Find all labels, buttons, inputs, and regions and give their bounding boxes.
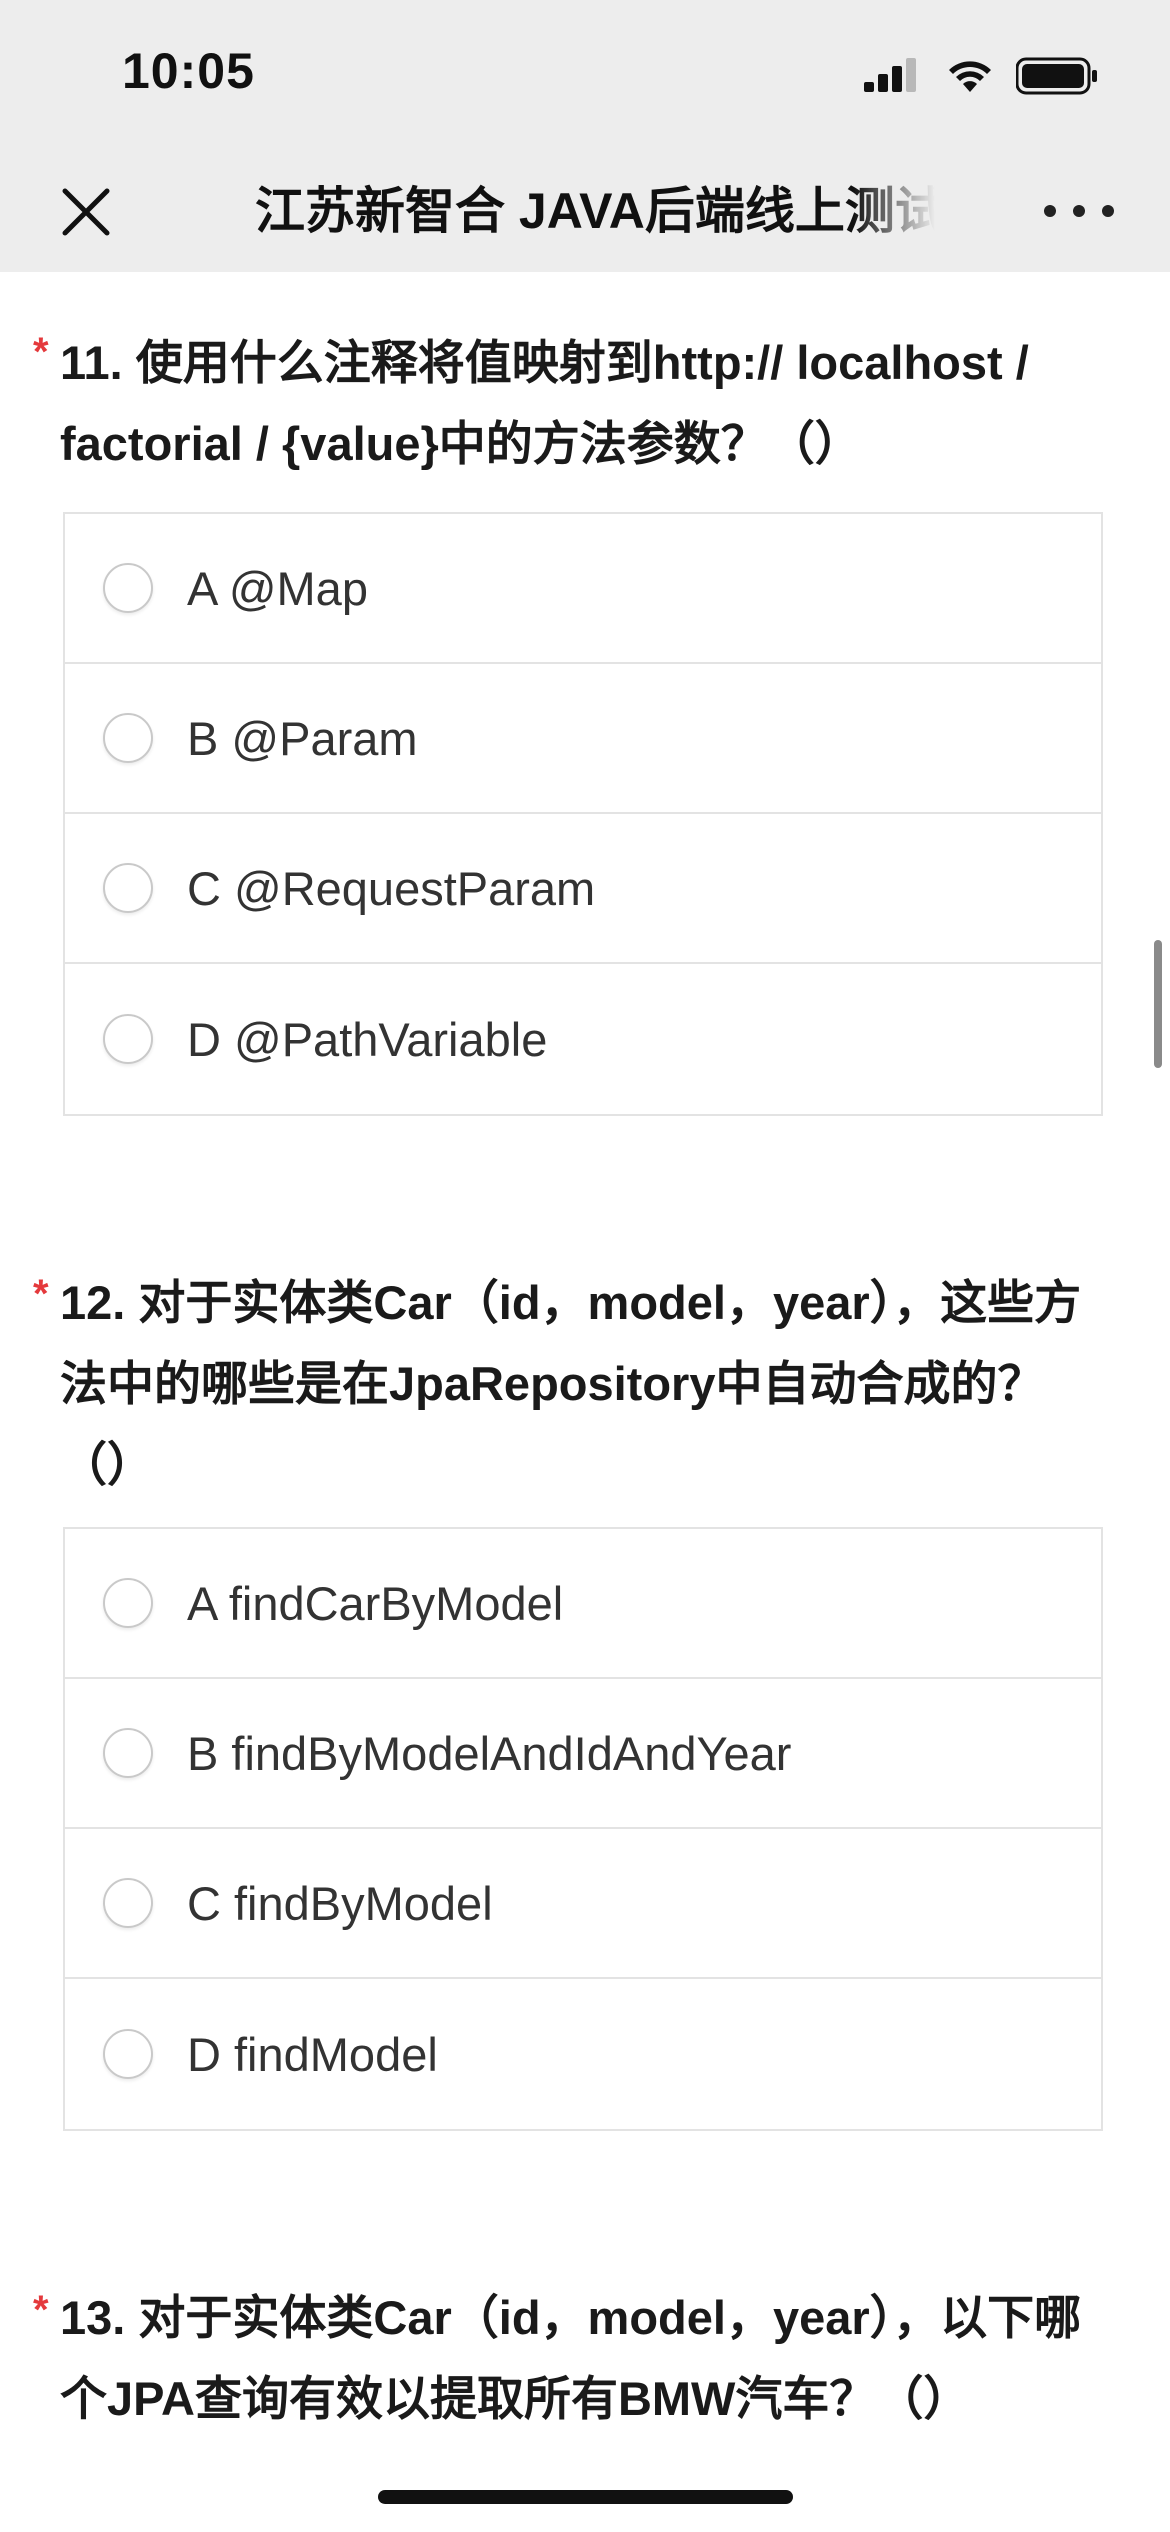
radio-button[interactable] xyxy=(103,2029,153,2079)
wifi-icon xyxy=(949,61,991,92)
option-c[interactable]: C findByModel xyxy=(65,1829,1101,1979)
required-mark: * xyxy=(33,1272,49,1316)
option-a[interactable]: A @Map xyxy=(65,514,1101,664)
question-title: 11. 使用什么注释将值映射到http:// localhost / facto… xyxy=(60,336,1029,470)
option-c[interactable]: C @RequestParam xyxy=(65,814,1101,964)
question-title: 12. 对于实体类Car（id，model，year），这些方法中的哪些是在Jp… xyxy=(60,1276,1082,1491)
page-title: 江苏新智合 JAVA后端线上测试 xyxy=(255,183,935,239)
radio-button[interactable] xyxy=(103,863,153,913)
options-list: A findCarByModel B findByModelAndIdAndYe… xyxy=(63,1527,1103,2131)
option-label: D findModel xyxy=(187,2027,438,2081)
question-title: 13. 对于实体类Car（id，model，year），以下哪个JPA查询有效以… xyxy=(60,2291,1082,2425)
option-label: B findByModelAndIdAndYear xyxy=(187,1726,792,1780)
option-a[interactable]: A findCarByModel xyxy=(65,1529,1101,1679)
scrollbar[interactable] xyxy=(1154,940,1162,1068)
radio-button[interactable] xyxy=(103,1014,153,1064)
radio-button[interactable] xyxy=(103,713,153,763)
home-indicator[interactable] xyxy=(378,2490,793,2504)
signal-icon xyxy=(864,58,916,92)
option-label: C @RequestParam xyxy=(187,861,596,915)
nav-bar: 江苏新智合 JAVA后端线上测试 xyxy=(0,150,1170,272)
status-bar: 10:05 xyxy=(0,0,1170,150)
option-b[interactable]: B @Param xyxy=(65,664,1101,814)
option-label: A @Map xyxy=(187,561,368,615)
option-label: C findByModel xyxy=(187,1876,493,1930)
status-time: 10:05 xyxy=(122,43,255,99)
close-icon xyxy=(62,188,110,236)
radio-button[interactable] xyxy=(103,1728,153,1778)
more-icon xyxy=(1044,205,1056,217)
more-button[interactable] xyxy=(1044,186,1114,236)
option-d[interactable]: D @PathVariable xyxy=(65,964,1101,1114)
options-list: A @Map B @Param C @RequestParam D @PathV… xyxy=(63,512,1103,1116)
option-d[interactable]: D findModel xyxy=(65,1979,1101,2129)
battery-icon xyxy=(1016,57,1097,95)
radio-button[interactable] xyxy=(103,1578,153,1628)
option-label: B @Param xyxy=(187,711,418,765)
option-label: A findCarByModel xyxy=(187,1576,564,1630)
option-label: D @PathVariable xyxy=(187,1012,548,1066)
close-button[interactable] xyxy=(52,178,120,246)
status-icons xyxy=(864,52,1098,100)
required-mark: * xyxy=(33,2288,49,2332)
option-b[interactable]: B findByModelAndIdAndYear xyxy=(65,1679,1101,1829)
radio-button[interactable] xyxy=(103,563,153,613)
radio-button[interactable] xyxy=(103,1878,153,1928)
required-mark: * xyxy=(33,330,49,374)
